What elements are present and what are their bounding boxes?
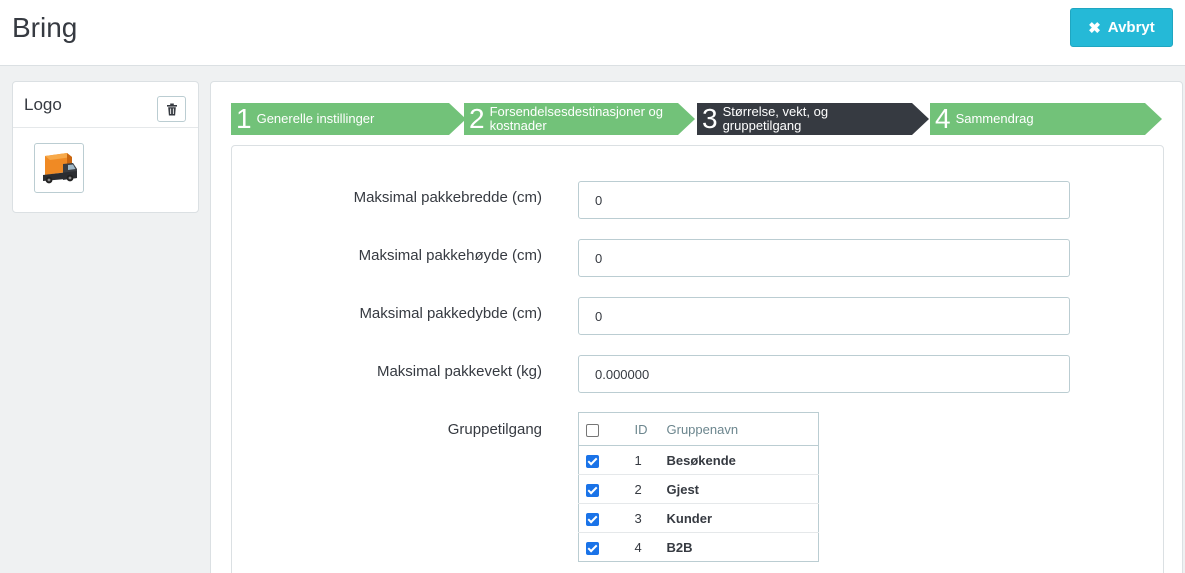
step-1[interactable]: 1 Generelle instillinger [231, 103, 466, 135]
step-2[interactable]: 2 Forsendelsesdestinasjoner og kostnader [464, 103, 695, 135]
logo-title: Logo [24, 95, 62, 114]
max-height-label: Maksimal pakkehøyde (cm) [358, 247, 542, 264]
row-checkbox-cell [578, 445, 619, 475]
page-title: Bring [12, 12, 78, 43]
max-width-input[interactable] [578, 181, 1070, 219]
max-depth-input[interactable] [578, 297, 1070, 335]
group-access-table: ID Gruppenavn 1 Besøkende 2 Gjest 3 Kund… [578, 412, 819, 562]
step-3[interactable]: 3 Størrelse, vekt, og gruppetilgang [697, 103, 929, 135]
page-header: Bring ✖ Avbryt [0, 0, 1185, 66]
step-3-label: Størrelse, vekt, og gruppetilgang [722, 104, 829, 133]
max-width-label: Maksimal pakkebredde (cm) [353, 189, 542, 206]
table-row: 3 Kunder [578, 503, 819, 533]
table-row: 4 B2B [578, 532, 819, 562]
step-4-label: Sammendrag [955, 111, 1034, 127]
group-id: 2 [618, 474, 667, 504]
cancel-button-label: Avbryt [1107, 19, 1155, 36]
group-checkbox[interactable] [586, 541, 599, 555]
step-1-label: Generelle instillinger [256, 111, 375, 127]
table-row: 1 Besøkende [578, 445, 819, 475]
row-checkbox-cell [578, 474, 619, 504]
step-4-number: 4 [935, 103, 951, 134]
group-id: 4 [618, 532, 667, 562]
step-3-number: 3 [702, 103, 718, 134]
group-id: 1 [618, 445, 667, 475]
logo-panel-header: Logo [13, 82, 198, 128]
table-header-row: ID Gruppenavn [578, 412, 819, 446]
step-2-number: 2 [469, 103, 485, 134]
close-icon: ✖ [1088, 19, 1101, 37]
max-weight-label: Maksimal pakkevekt (kg) [376, 363, 542, 380]
group-checkbox[interactable] [586, 454, 599, 468]
delete-logo-button[interactable] [157, 96, 186, 122]
cancel-button[interactable]: ✖ Avbryt [1070, 8, 1173, 47]
trash-icon [166, 103, 177, 115]
column-header-id: ID [618, 412, 667, 446]
column-header-name: Gruppenavn [666, 412, 819, 446]
carrier-logo-image [34, 143, 84, 193]
row-checkbox-cell [578, 532, 619, 562]
table-row: 2 Gjest [578, 474, 819, 504]
step-4[interactable]: 4 Sammendrag [930, 103, 1162, 135]
group-id: 3 [618, 503, 667, 533]
step-2-label: Forsendelsesdestinasjoner og kostnader [489, 104, 664, 133]
group-name: Besøkende [666, 445, 819, 475]
size-weight-form: Maksimal pakkebredde (cm) Maksimal pakke… [231, 145, 1164, 573]
row-checkbox-cell [578, 503, 619, 533]
group-checkbox[interactable] [586, 483, 599, 497]
group-checkbox[interactable] [586, 512, 599, 526]
truck-logo-icon [43, 153, 77, 184]
group-name: Gjest [666, 474, 819, 504]
carrier-wizard-panel: 1 Generelle instillinger 2 Forsendelsesd… [210, 81, 1183, 573]
select-all-checkbox[interactable] [586, 423, 599, 437]
logo-panel: Logo [12, 81, 199, 213]
group-access-label: Gruppetilgang [447, 421, 542, 438]
max-height-input[interactable] [578, 239, 1070, 277]
group-name: B2B [666, 532, 819, 562]
step-1-number: 1 [236, 103, 252, 134]
select-all-cell [578, 412, 619, 446]
max-weight-input[interactable] [578, 355, 1070, 393]
group-name: Kunder [666, 503, 819, 533]
max-depth-label: Maksimal pakkedybde (cm) [359, 305, 542, 322]
